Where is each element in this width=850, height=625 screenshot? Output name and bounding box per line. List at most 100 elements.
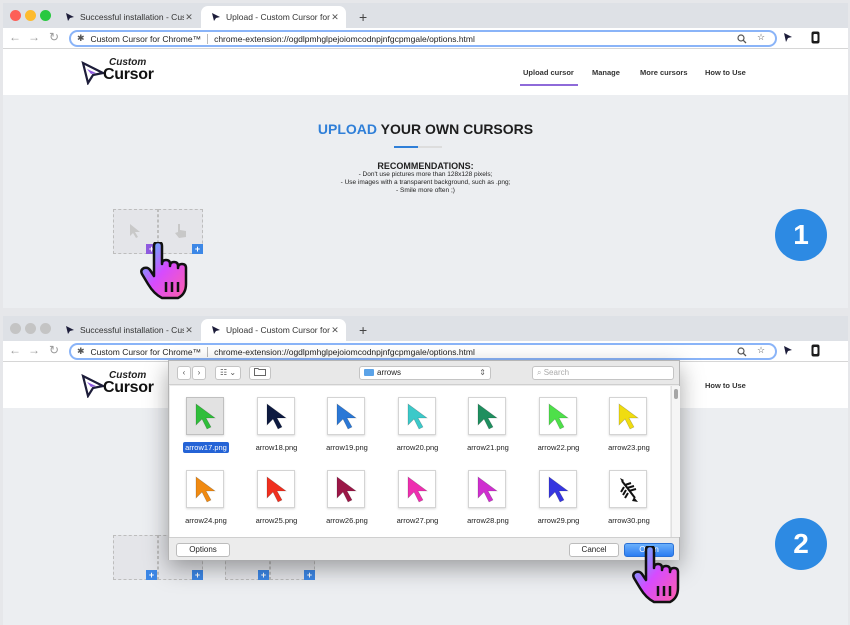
file-name: arrow30.png <box>594 516 664 525</box>
dialog-search-input[interactable]: ⌕ Search <box>532 366 674 380</box>
tab-upload[interactable]: Upload - Custom Cursor for Chro ✕ <box>201 319 346 341</box>
scrollbar-thumb[interactable] <box>674 389 678 399</box>
location-label: arrows <box>377 368 402 377</box>
file-thumbnail <box>397 470 436 508</box>
file-item[interactable]: arrow19.png <box>312 397 382 469</box>
cancel-button[interactable]: Cancel <box>569 543 619 557</box>
file-item[interactable]: arrow22.png <box>524 397 594 469</box>
file-item[interactable]: arrow27.png <box>383 470 453 542</box>
zoom-window-button[interactable] <box>40 323 51 334</box>
new-tab-button[interactable]: + <box>359 322 367 338</box>
cursor-extension-icon[interactable] <box>783 32 793 43</box>
file-item[interactable]: arrow18.png <box>242 397 312 469</box>
add-pointer-button[interactable]: + <box>304 570 315 580</box>
file-item[interactable]: arrow30.png <box>594 470 664 542</box>
back-button[interactable]: ← <box>9 343 21 357</box>
nav-how-to-use[interactable]: How to Use <box>705 381 746 390</box>
pointing-hand-icon <box>140 242 188 300</box>
file-name: arrow22.png <box>524 443 594 452</box>
extension-toggle-icon[interactable] <box>811 31 820 44</box>
file-thumbnail <box>186 470 224 508</box>
file-name-text: arrow21.png <box>467 443 509 452</box>
file-item[interactable]: arrow28.png <box>453 470 523 542</box>
add-cursor-button[interactable]: + <box>146 570 157 580</box>
close-tab-icon[interactable]: ✕ <box>184 12 194 23</box>
new-tab-button[interactable]: + <box>359 9 367 25</box>
tab-upload[interactable]: Upload - Custom Cursor for Chro ✕ <box>201 6 346 28</box>
add-cursor-button[interactable]: + <box>258 570 269 580</box>
address-bar[interactable]: ✱ Custom Cursor for Chrome™ chrome-exten… <box>69 343 777 360</box>
step-badge: 2 <box>775 518 827 570</box>
nav-how-to-use[interactable]: How to Use <box>705 68 746 77</box>
zoom-icon[interactable] <box>737 347 747 357</box>
dialog-toolbar: ‹ › ☷ ⌄ arrows ⇕ ⌕ Search <box>169 361 679 385</box>
tab-strip: Successful installation - Custom ✕ Uploa… <box>3 3 848 28</box>
file-item[interactable]: arrow23.png <box>594 397 664 469</box>
file-name: arrow17.png <box>171 442 241 453</box>
logo-big-text: Cursor <box>103 379 154 396</box>
reload-button[interactable]: ↻ <box>49 30 59 44</box>
back-button[interactable]: ← <box>9 30 21 44</box>
nav-more-cursors[interactable]: More cursors <box>640 68 688 77</box>
forward-button[interactable]: → <box>28 30 40 44</box>
cursor-extension-icon[interactable] <box>783 345 793 356</box>
close-tab-icon[interactable]: ✕ <box>330 12 340 23</box>
bookmark-star-icon[interactable]: ☆ <box>757 32 765 43</box>
bookmark-star-icon[interactable]: ☆ <box>757 345 765 356</box>
site-logo[interactable]: Custom Cursor <box>81 56 161 88</box>
file-item[interactable]: arrow26.png <box>312 470 382 542</box>
zoom-icon[interactable] <box>737 34 747 44</box>
minimize-window-button[interactable] <box>25 10 36 21</box>
location-dropdown[interactable]: arrows ⇕ <box>359 366 491 380</box>
file-item[interactable]: arrow24.png <box>171 470 241 542</box>
file-name: arrow28.png <box>453 516 523 525</box>
site-logo[interactable]: Custom Cursor <box>81 369 161 401</box>
file-name: arrow27.png <box>383 516 453 525</box>
nav-upload-cursor[interactable]: Upload cursor <box>523 68 574 77</box>
options-button[interactable]: Options <box>176 543 230 557</box>
file-name-text: arrow30.png <box>608 516 650 525</box>
file-name: arrow18.png <box>242 443 312 452</box>
add-pointer-button[interactable]: + <box>192 244 203 254</box>
new-folder-icon <box>254 368 266 376</box>
file-thumbnail <box>327 470 365 508</box>
file-name-text: arrow22.png <box>537 443 580 452</box>
file-name-text: arrow19.png <box>326 443 368 452</box>
file-grid: arrow17.png arrow18.png arrow19.png arrow20… <box>170 386 670 537</box>
zoom-window-button[interactable] <box>40 10 51 21</box>
puzzle-icon: ✱ <box>77 346 85 356</box>
close-tab-icon[interactable]: ✕ <box>184 325 194 336</box>
toolbar: ← → ↻ ✱ Custom Cursor for Chrome™ chrome… <box>3 341 848 362</box>
close-tab-icon[interactable]: ✕ <box>330 325 340 336</box>
tab-successful-installation[interactable]: Successful installation - Custom ✕ <box>55 6 200 28</box>
dialog-back-button[interactable]: ‹ <box>177 366 191 380</box>
site-chip: Custom Cursor for Chrome™ <box>91 346 209 357</box>
view-mode-button[interactable]: ☷ ⌄ <box>215 366 241 380</box>
file-name: arrow25.png <box>242 516 312 525</box>
dialog-scrollbar[interactable] <box>671 386 680 537</box>
file-item[interactable]: arrow17.png <box>171 397 241 469</box>
minimize-window-button[interactable] <box>25 323 36 334</box>
file-thumbnail <box>538 470 577 508</box>
reload-button[interactable]: ↻ <box>49 343 59 357</box>
new-folder-button[interactable] <box>249 366 271 380</box>
file-item[interactable]: arrow25.png <box>242 470 312 542</box>
nav-manage[interactable]: Manage <box>592 68 620 77</box>
tab-successful-installation[interactable]: Successful installation - Custom ✕ <box>55 319 200 341</box>
close-window-button[interactable] <box>10 10 21 21</box>
file-item[interactable]: arrow29.png <box>524 470 594 542</box>
address-bar[interactable]: ✱ Custom Cursor for Chrome™ chrome-exten… <box>69 30 777 47</box>
add-pointer-button[interactable]: + <box>192 570 203 580</box>
file-name-text: arrow23.png <box>608 443 650 452</box>
close-window-button[interactable] <box>10 323 21 334</box>
arrow-cursor-icon <box>548 476 569 503</box>
recommendation-line: - Use images with a transparent backgrou… <box>340 179 511 186</box>
extension-toggle-icon[interactable] <box>811 344 820 357</box>
file-item[interactable]: arrow21.png <box>453 397 523 469</box>
file-item[interactable]: arrow20.png <box>383 397 453 469</box>
dialog-forward-button[interactable]: › <box>192 366 206 380</box>
updown-chevron-icon: ⇕ <box>479 368 486 377</box>
forward-button[interactable]: → <box>28 343 40 357</box>
site-chip: Custom Cursor for Chrome™ <box>91 33 209 44</box>
cursor-favicon-icon <box>212 326 220 334</box>
